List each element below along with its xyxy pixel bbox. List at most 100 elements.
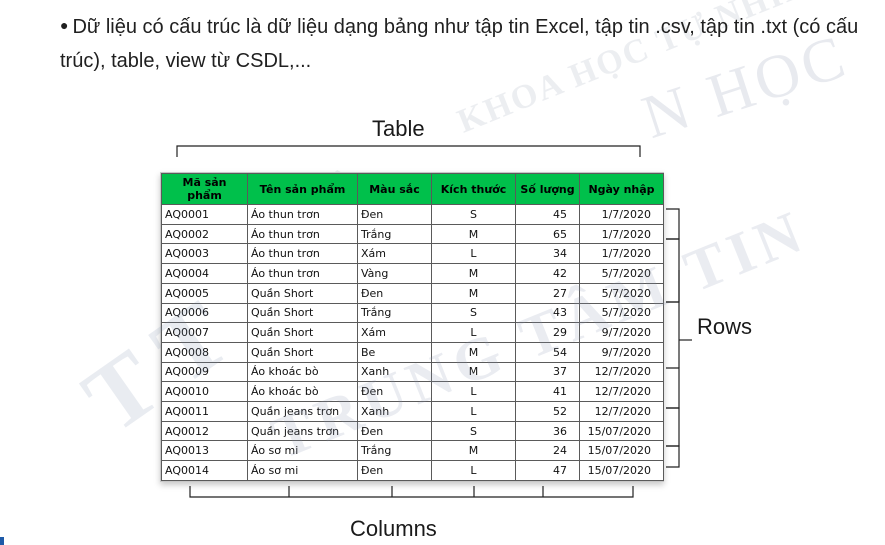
cell-product-name: Áo thun trơn — [247, 263, 358, 284]
product-table-container: Mã sản phẩm Tên sản phẩm Màu sắc Kích th… — [160, 172, 664, 482]
table-label: Table — [372, 116, 425, 141]
cell-size: L — [431, 401, 516, 422]
cell-product-code: AQ0001 — [161, 204, 248, 225]
bullet-text: Dữ liệu có cấu trúc là dữ liệu dạng bảng… — [60, 16, 859, 72]
table-row: AQ0013 Áo sơ mi Trắng M 24 15/07/2020 — [161, 440, 664, 462]
cell-color: Đen — [357, 420, 432, 442]
cell-product-code: AQ0011 — [161, 401, 248, 422]
cell-color: Đen — [357, 282, 432, 304]
cell-import-date: 12/7/2020 — [579, 401, 664, 422]
cell-import-date: 5/7/2020 — [579, 302, 664, 324]
cell-size: M — [431, 263, 516, 284]
header-ngay-nhap: Ngày nhập — [579, 173, 664, 205]
cell-size: M — [431, 282, 516, 304]
columns-bracket — [189, 486, 634, 498]
table-row: AQ0002 Áo thun trơn Trắng M 65 1/7/2020 — [161, 223, 664, 245]
cell-color: Đen — [357, 381, 432, 403]
table-row: AQ0014 Áo sơ mi Đen L 47 15/07/2020 — [161, 460, 664, 481]
cell-import-date: 1/7/2020 — [579, 223, 664, 245]
table-row: AQ0003 Áo thun trơn Xám L 34 1/7/2020 — [161, 243, 664, 265]
cell-product-code: AQ0006 — [161, 302, 248, 324]
header-ten-san-pham: Tên sản phẩm — [247, 173, 358, 205]
cell-color: Xám — [357, 322, 432, 343]
cell-product-name: Quần Short — [247, 341, 358, 363]
table-row: AQ0010 Áo khoác bò Đen L 41 12/7/2020 — [161, 381, 664, 403]
cell-size: L — [431, 381, 516, 403]
header-so-luong: Số lượng — [515, 173, 580, 205]
table-bracket — [176, 145, 641, 157]
corner-mark — [0, 537, 4, 545]
table-row: AQ0008 Quần Short Be M 54 9/7/2020 — [161, 341, 664, 363]
cell-quantity: 65 — [515, 223, 580, 245]
cell-product-code: AQ0004 — [161, 263, 248, 284]
cell-product-name: Quần jeans trơn — [247, 401, 358, 422]
cell-size: L — [431, 243, 516, 265]
cell-product-code: AQ0009 — [161, 361, 248, 383]
cell-product-name: Áo khoác bò — [247, 381, 358, 403]
cell-import-date: 9/7/2020 — [579, 341, 664, 363]
columns-label: Columns — [350, 516, 437, 541]
table-row: AQ0011 Quần jeans trơn Xanh L 52 12/7/2020 — [161, 401, 664, 422]
cell-color: Xanh — [357, 401, 432, 422]
cell-quantity: 45 — [515, 204, 580, 225]
table-row: AQ0012 Quần jeans trơn Đen S 36 15/07/2020 — [161, 420, 664, 442]
cell-product-code: AQ0002 — [161, 223, 248, 245]
cell-import-date: 1/7/2020 — [579, 243, 664, 265]
cell-quantity: 37 — [515, 361, 580, 383]
cell-quantity: 36 — [515, 420, 580, 442]
cell-color: Đen — [357, 460, 432, 481]
cell-product-code: AQ0005 — [161, 282, 248, 304]
cell-size: S — [431, 420, 516, 442]
cell-import-date: 9/7/2020 — [579, 322, 664, 343]
cell-size: S — [431, 204, 516, 225]
header-ma-san-pham: Mã sản phẩm — [161, 173, 248, 205]
cell-import-date: 15/07/2020 — [579, 460, 664, 481]
cell-size: L — [431, 460, 516, 481]
cell-color: Trắng — [357, 440, 432, 462]
rows-label: Rows — [697, 314, 753, 339]
cell-product-code: AQ0003 — [161, 243, 248, 265]
cell-import-date: 15/07/2020 — [579, 420, 664, 442]
cell-color: Vàng — [357, 263, 432, 284]
cell-product-name: Quần jeans trơn — [247, 420, 358, 442]
cell-color: Trắng — [357, 302, 432, 324]
cell-product-name: Áo khoác bò — [247, 361, 358, 383]
cell-product-name: Áo thun trơn — [247, 243, 358, 265]
product-table: Mã sản phẩm Tên sản phẩm Màu sắc Kích th… — [161, 173, 664, 481]
cell-product-code: AQ0007 — [161, 322, 248, 343]
cell-import-date: 15/07/2020 — [579, 440, 664, 462]
cell-product-name: Áo thun trơn — [247, 223, 358, 245]
cell-quantity: 24 — [515, 440, 580, 462]
cell-quantity: 42 — [515, 263, 580, 284]
cell-size: M — [431, 361, 516, 383]
cell-product-name: Quần Short — [247, 322, 358, 343]
cell-quantity: 41 — [515, 381, 580, 403]
table-row: AQ0005 Quần Short Đen M 27 5/7/2020 — [161, 282, 664, 304]
cell-product-code: AQ0010 — [161, 381, 248, 403]
cell-product-name: Áo sơ mi — [247, 460, 358, 481]
cell-quantity: 52 — [515, 401, 580, 422]
cell-product-code: AQ0008 — [161, 341, 248, 363]
cell-product-code: AQ0014 — [161, 460, 248, 481]
cell-quantity: 43 — [515, 302, 580, 324]
table-row: AQ0004 Áo thun trơn Vàng M 42 5/7/2020 — [161, 263, 664, 284]
row-brackets — [666, 208, 692, 468]
cell-color: Xanh — [357, 361, 432, 383]
cell-import-date: 5/7/2020 — [579, 263, 664, 284]
cell-import-date: 1/7/2020 — [579, 204, 664, 225]
cell-color: Xám — [357, 243, 432, 265]
table-row: AQ0007 Quần Short Xám L 29 9/7/2020 — [161, 322, 664, 343]
header-mau-sac: Màu sắc — [357, 173, 432, 205]
cell-product-code: AQ0012 — [161, 420, 248, 442]
cell-size: S — [431, 302, 516, 324]
cell-size: M — [431, 223, 516, 245]
cell-quantity: 27 — [515, 282, 580, 304]
cell-color: Be — [357, 341, 432, 363]
cell-product-name: Quần Short — [247, 282, 358, 304]
table-row: AQ0001 Áo thun trơn Đen S 45 1/7/2020 — [161, 204, 664, 225]
cell-product-name: Áo thun trơn — [247, 204, 358, 225]
table-body: AQ0001 Áo thun trơn Đen S 45 1/7/2020 AQ0002 Áo… — [161, 204, 664, 481]
table-row: AQ0006 Quần Short Trắng S 43 5/7/2020 — [161, 302, 664, 324]
cell-size: M — [431, 440, 516, 462]
cell-product-name: Áo sơ mi — [247, 440, 358, 462]
